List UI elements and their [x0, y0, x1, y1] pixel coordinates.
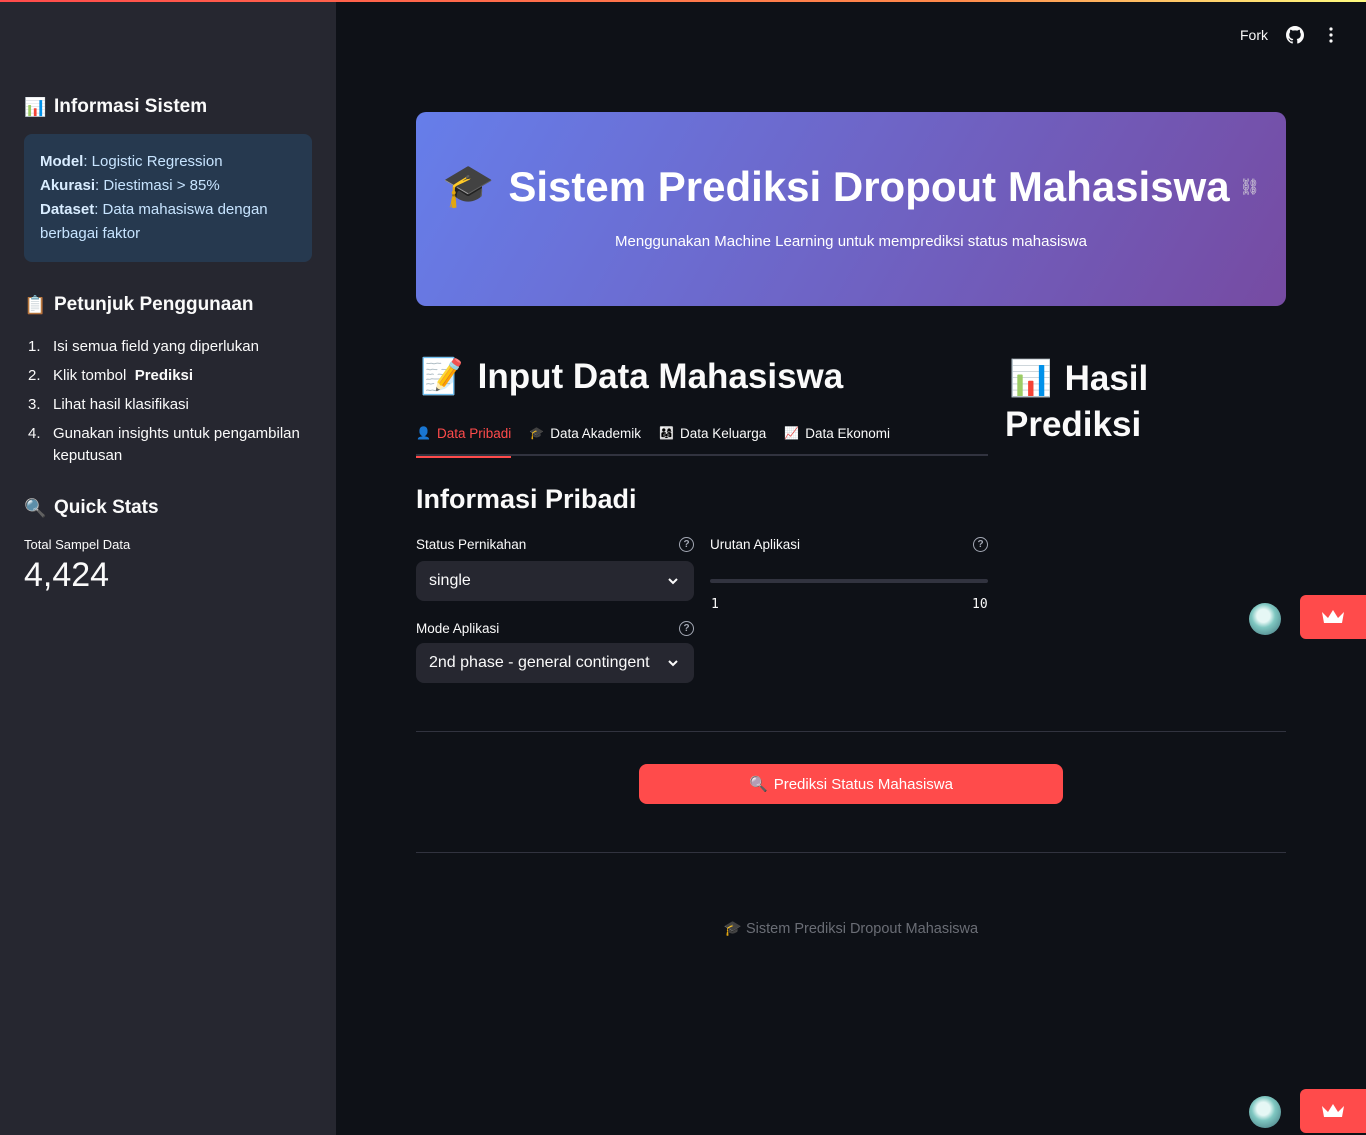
sidebar-stats-heading: 🔍 Quick Stats: [24, 497, 312, 519]
github-icon[interactable]: [1286, 26, 1304, 44]
slider-max-label: 10: [972, 597, 988, 612]
help-icon[interactable]: ?: [973, 537, 988, 552]
predict-button-label: Prediksi Status Mahasiswa: [773, 775, 953, 793]
app-order-label: Urutan Aplikasi: [710, 537, 801, 552]
memo-icon: 📝: [420, 357, 464, 396]
graduation-cap-icon: 🎓: [529, 426, 545, 440]
chevron-down-icon: [668, 578, 678, 585]
list-item: 3. Lihat hasil klasifikasi: [28, 396, 189, 413]
app-mode-value: 2nd phase - general contingent: [429, 654, 650, 671]
crown-icon: [1322, 610, 1344, 623]
clipboard-icon: 📋: [24, 294, 47, 315]
tab-data-ekonomi[interactable]: 📈 Data Ekonomi: [784, 420, 890, 456]
app-order-slider[interactable]: [710, 579, 988, 583]
magnifier-icon: 🔍: [749, 776, 768, 793]
person-icon: 👤: [416, 426, 431, 440]
banner-title-text: Sistem Prediksi Dropout Mahasiswa: [508, 162, 1230, 210]
marital-status-label-row: Status Pernikahan ?: [416, 537, 694, 552]
graduation-cap-icon: 🎓: [723, 921, 742, 937]
avatar[interactable]: [1249, 603, 1281, 635]
input-tabs: 👤 Data Pribadi 🎓 Data Akademik 👨‍👩‍👧 Dat…: [416, 420, 988, 458]
slider-min-label: 1: [711, 597, 719, 612]
form-section-title: Informasi Pribadi: [416, 484, 637, 514]
sidebar-stats-title: Quick Stats: [54, 497, 159, 518]
app-mode-label-row: Mode Aplikasi ?: [416, 621, 694, 636]
bar-chart-icon: 📊: [1009, 359, 1053, 398]
sidebar-guide-title: Petunjuk Penggunaan: [54, 294, 254, 315]
list-item: 1. Isi semua field yang diperlukan: [28, 338, 259, 355]
tab-data-keluarga[interactable]: 👨‍👩‍👧 Data Keluarga: [659, 420, 766, 456]
sidebar-guide-heading: 📋 Petunjuk Penggunaan: [24, 294, 312, 316]
result-title-line2: Prediksi: [1005, 405, 1142, 444]
metric-label: Total Sampel Data: [24, 537, 131, 552]
banner-title: 🎓 Sistem Prediksi Dropout Mahasiswa ⛓: [416, 112, 1286, 211]
divider: [416, 731, 1286, 732]
family-icon: 👨‍👩‍👧: [659, 426, 674, 440]
usage-steps-list: 1. Isi semua field yang diperlukan 2. Klik…: [24, 336, 312, 467]
magnifier-icon: 🔍: [24, 497, 47, 518]
chevron-down-icon: [668, 660, 678, 667]
sidebar-info-heading: 📊 Informasi Sistem: [24, 96, 312, 118]
hero-banner: 🎓 Sistem Prediksi Dropout Mahasiswa ⛓ Me…: [416, 112, 1286, 306]
input-section-title: Input Data Mahasiswa: [477, 356, 844, 396]
crown-icon: [1322, 1104, 1344, 1117]
accuracy-key: Akurasi: [40, 177, 96, 194]
app-mode-select[interactable]: 2nd phase - general contingent: [416, 643, 694, 683]
predict-button[interactable]: 🔍 Prediksi Status Mahasiswa: [639, 764, 1063, 804]
app-header-actions: Fork: [1240, 26, 1340, 44]
more-menu-icon[interactable]: [1322, 26, 1340, 44]
app-order-label-row: Urutan Aplikasi ?: [710, 537, 988, 552]
graduation-cap-icon: 🎓: [442, 162, 495, 209]
fork-link[interactable]: Fork: [1240, 27, 1268, 43]
avatar[interactable]: [1249, 1096, 1281, 1128]
app-mode-label: Mode Aplikasi: [416, 621, 500, 636]
sidebar: 📊 Informasi Sistem Model: Logistic Regre…: [0, 2, 336, 1135]
marital-status-label: Status Pernikahan: [416, 537, 527, 552]
list-item: 4. Gunakan insights untuk pengambilan kep…: [28, 425, 300, 464]
accuracy-value: : Diestimasi > 85%: [95, 177, 220, 194]
dataset-key: Dataset: [40, 201, 95, 218]
tab-data-pribadi[interactable]: 👤 Data Pribadi: [416, 420, 512, 458]
footer: 🎓 Sistem Prediksi Dropout Mahasiswa: [0, 920, 1366, 937]
streamlit-badge-button[interactable]: [1300, 595, 1366, 639]
streamlit-badge-button[interactable]: [1300, 1089, 1366, 1133]
marital-status-select[interactable]: single: [416, 561, 694, 601]
bar-chart-icon: 📊: [24, 96, 47, 117]
result-section-heading: 📊 Hasil Prediksi: [1005, 356, 1148, 448]
result-title-line1: Hasil: [1064, 359, 1149, 398]
sidebar-info-title: Informasi Sistem: [54, 96, 208, 117]
banner-subtitle: Menggunakan Machine Learning untuk mempr…: [615, 233, 1087, 250]
tab-data-akademik[interactable]: 🎓 Data Akademik: [529, 420, 641, 456]
anchor-link-icon[interactable]: ⛓: [1240, 177, 1260, 197]
chart-increasing-icon: 📈: [784, 426, 800, 440]
marital-status-value: single: [429, 572, 471, 589]
model-key: Model: [40, 153, 84, 170]
system-info-box: Model: Logistic Regression Akurasi: Dies…: [24, 134, 312, 262]
model-value: : Logistic Regression: [83, 153, 223, 170]
help-icon[interactable]: ?: [679, 537, 694, 552]
divider: [416, 852, 1286, 853]
help-icon[interactable]: ?: [679, 621, 694, 636]
list-item: 2. Klik tombol Prediksi: [28, 367, 194, 384]
input-section-heading: 📝 Input Data Mahasiswa: [420, 356, 843, 397]
metric-value: 4,424: [24, 556, 110, 594]
footer-text: Sistem Prediksi Dropout Mahasiswa: [746, 921, 979, 937]
